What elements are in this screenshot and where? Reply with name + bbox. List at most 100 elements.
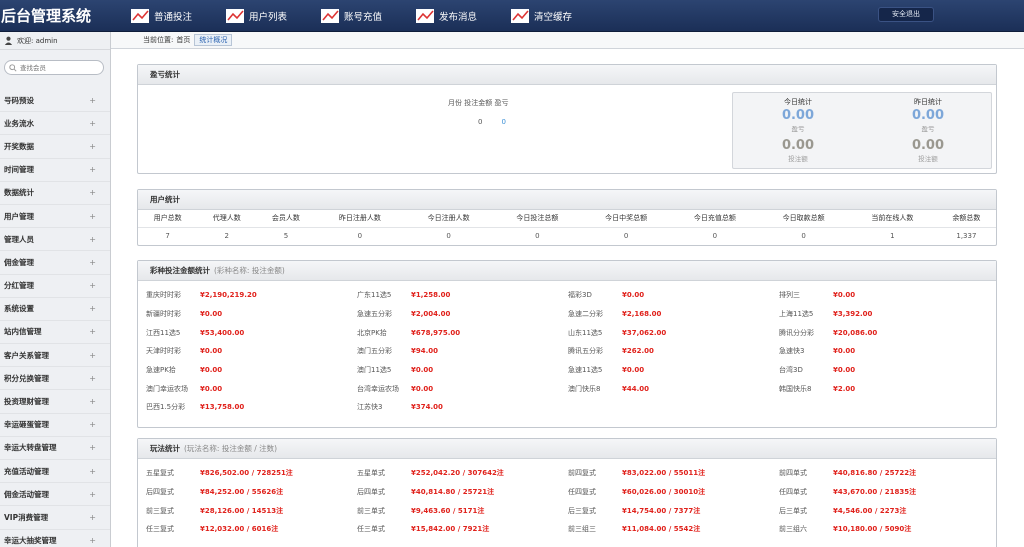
- user-stats-header: 昨日注册人数: [315, 210, 405, 228]
- sidebar-menu-item[interactable]: 系统设置 +: [0, 298, 110, 321]
- expand-plus-icon[interactable]: +: [89, 536, 96, 545]
- expand-plus-icon[interactable]: +: [89, 96, 96, 105]
- user-stats-value: 7: [165, 231, 170, 240]
- expand-plus-icon[interactable]: +: [89, 119, 96, 128]
- sidebar-menu-item[interactable]: 号码预设 +: [0, 89, 110, 113]
- expand-plus-icon[interactable]: +: [89, 235, 96, 244]
- play-cell: 五星单式 ¥252,042.20 / 307642注: [357, 468, 568, 478]
- play-cell: 任四单式 ¥43,670.00 / 21835注: [779, 487, 990, 497]
- sidebar-menu-item[interactable]: 业务流水 +: [0, 112, 110, 136]
- nav-normal-bet[interactable]: 普通投注: [130, 5, 192, 27]
- user-stats-value: 5: [283, 231, 289, 240]
- sidebar-menu-item[interactable]: 佣金管理 +: [0, 251, 110, 275]
- monthly-bet-value: 0: [478, 118, 483, 126]
- expand-plus-icon[interactable]: +: [89, 490, 96, 499]
- sidebar-menu-item[interactable]: 积分兑换管理 +: [0, 367, 110, 391]
- user-stats-value: 1: [890, 231, 895, 240]
- expand-plus-icon[interactable]: +: [89, 374, 96, 383]
- member-search[interactable]: [4, 60, 104, 75]
- lottery-cell: 台湾幸运农场 ¥0.00: [357, 384, 568, 394]
- expand-plus-icon[interactable]: +: [89, 212, 96, 221]
- user-stats-header: 今日充值总额: [670, 210, 760, 228]
- nav-publish-message[interactable]: 发布消息: [415, 5, 477, 27]
- lottery-amount: ¥0.00: [833, 291, 856, 300]
- sidebar-menu-item[interactable]: 投资理财管理 +: [0, 390, 110, 414]
- lottery-name: 急速五分彩: [357, 310, 392, 319]
- sidebar-menu-item[interactable]: VIP消费管理 +: [0, 506, 110, 530]
- sidebar-menu-label: 佣金管理: [4, 257, 34, 267]
- expand-plus-icon[interactable]: +: [89, 304, 96, 313]
- search-input[interactable]: [20, 63, 98, 72]
- lottery-name: 天津时时彩: [146, 347, 181, 356]
- expand-plus-icon[interactable]: +: [89, 467, 96, 476]
- lottery-name: 台湾幸运农场: [357, 384, 399, 393]
- sidebar-menu-item[interactable]: 管理人员 +: [0, 228, 110, 252]
- user-stats-header: 今日取款总额: [759, 210, 849, 228]
- nav-label: 普通投注: [154, 12, 193, 23]
- chart-icon: [226, 9, 244, 23]
- sidebar-menu-item[interactable]: 充值活动管理 +: [0, 460, 110, 484]
- lottery-name: 急速快3: [779, 347, 805, 356]
- today-profit-value: 0.00: [781, 108, 815, 123]
- play-name: 任三复式: [146, 525, 174, 534]
- breadcrumb-home[interactable]: 首页: [176, 35, 190, 45]
- nav-account-recharge[interactable]: 账号充值: [320, 5, 382, 27]
- today-bet-label: 投注额: [788, 155, 808, 163]
- expand-plus-icon[interactable]: +: [89, 351, 96, 360]
- expand-plus-icon[interactable]: +: [89, 142, 96, 151]
- breadcrumb-current[interactable]: 统计概况: [194, 34, 233, 46]
- yesterday-profit-label: 盈亏: [921, 125, 935, 133]
- lottery-cell: 巴西1.5分彩 ¥13,758.00: [146, 402, 357, 412]
- lottery-cell: 福彩3D ¥0.00: [568, 290, 779, 300]
- expand-plus-icon[interactable]: +: [89, 513, 96, 522]
- expand-plus-icon[interactable]: +: [89, 420, 96, 429]
- play-amount: ¥11,084.00 / 5542注: [622, 525, 701, 534]
- play-amount: ¥43,670.00 / 21835注: [833, 488, 917, 497]
- sidebar-menu-label: 系统设置: [4, 304, 34, 314]
- sidebar-menu-item[interactable]: 用户管理 +: [0, 205, 110, 229]
- sidebar-menu-item[interactable]: 佣金活动管理 +: [0, 483, 110, 507]
- sidebar-menu-label: 幸运大抽奖管理: [4, 536, 57, 546]
- play-cell: 前四单式 ¥40,816.80 / 25722注: [779, 468, 990, 478]
- yesterday-bet-label: 投注额: [918, 155, 938, 163]
- sidebar-menu-item[interactable]: 幸运砸蛋管理 +: [0, 414, 110, 437]
- lottery-cell: 腾讯分分彩 ¥20,086.00: [779, 328, 990, 338]
- nav-clear-cache[interactable]: 清空缓存: [510, 5, 572, 27]
- expand-plus-icon[interactable]: +: [89, 327, 96, 336]
- expand-plus-icon[interactable]: +: [89, 258, 96, 267]
- expand-plus-icon[interactable]: +: [89, 165, 96, 174]
- play-title-text: 玩法统计: [150, 444, 180, 453]
- expand-plus-icon[interactable]: +: [89, 397, 96, 406]
- play-cell: 后三单式 ¥4,546.00 / 2273注: [779, 506, 990, 516]
- lottery-name: 腾讯五分彩: [568, 347, 603, 356]
- play-cell: 任三单式 ¥15,842.00 / 7921注: [357, 524, 568, 534]
- play-name: 任三单式: [357, 525, 385, 534]
- expand-plus-icon[interactable]: +: [89, 281, 96, 290]
- expand-plus-icon[interactable]: +: [89, 443, 96, 452]
- logout-button[interactable]: 安全退出: [878, 7, 934, 22]
- chart-icon: [416, 9, 434, 23]
- sidebar-menu-item[interactable]: 客户关系管理 +: [0, 344, 110, 368]
- sidebar-menu-item[interactable]: 幸运大转盘管理 +: [0, 437, 110, 460]
- expand-plus-icon[interactable]: +: [89, 188, 96, 197]
- lottery-name: 澳门11选5: [357, 366, 392, 375]
- play-row: 后四复式 ¥84,252.00 / 55626注 后四单式 ¥40,814.80 / …: [146, 483, 996, 502]
- lottery-cell: 急速PK拾 ¥0.00: [146, 365, 357, 375]
- user-stats-header: 会员人数: [256, 210, 316, 228]
- sidebar-menu: 号码预设 + 业务流水 + 开奖数据 + 时间管理 + 数据统计 + 用户管理 + 管理人员 + 佣金管理 +…: [0, 89, 110, 547]
- lottery-name: 山东11选5: [568, 328, 603, 337]
- sidebar-menu-item[interactable]: 时间管理 +: [0, 159, 110, 182]
- play-row: 前三复式 ¥28,126.00 / 14513注 前三单式 ¥9,463.60 / 5…: [146, 501, 996, 520]
- sidebar-menu-item[interactable]: 分红管理 +: [0, 275, 110, 298]
- lottery-amount: ¥0.00: [200, 347, 223, 356]
- yesterday-label: 昨日统计: [914, 98, 942, 106]
- sidebar-menu-item[interactable]: 站内信管理 +: [0, 321, 110, 345]
- top-header: 后台管理系统 普通投注 用户列表 账号充值 发布消息 清空缓存 安全退出: [0, 0, 1024, 32]
- lottery-cell: 排列三 ¥0.00: [779, 290, 990, 300]
- nav-user-list[interactable]: 用户列表: [225, 5, 287, 27]
- lottery-cell: 天津时时彩 ¥0.00: [146, 346, 357, 356]
- sidebar-menu-item[interactable]: 幸运大抽奖管理 +: [0, 530, 110, 547]
- lottery-name: 澳门五分彩: [357, 347, 392, 356]
- sidebar-menu-item[interactable]: 开奖数据 +: [0, 135, 110, 159]
- sidebar-menu-item[interactable]: 数据统计 +: [0, 182, 110, 205]
